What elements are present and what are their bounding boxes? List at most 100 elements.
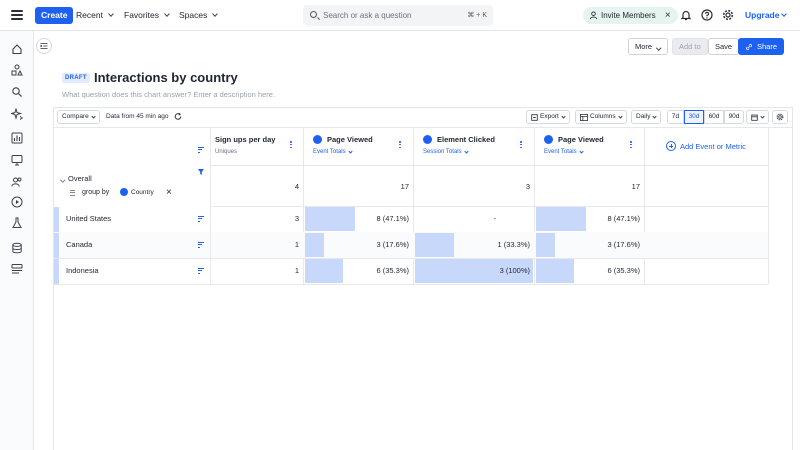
search-input[interactable]: Search or ask a question ⌘ + K [303,5,493,26]
share-button[interactable]: Share [738,38,785,55]
chevron-down-icon [578,149,584,154]
column-menu-icon[interactable] [290,141,292,149]
calendar-icon [751,114,758,121]
bell-icon[interactable] [680,9,692,21]
range-90d[interactable]: 90d [724,110,744,124]
column-sub-page-viewed-1[interactable]: Event Totals [313,149,353,155]
column-title-element-clicked[interactable]: Element Clicked [437,135,495,144]
row-label[interactable]: Indonesia [66,266,99,275]
users-icon[interactable] [11,176,23,188]
database-icon[interactable] [11,242,23,254]
invite-members-button[interactable]: Invite Members × [583,7,678,24]
list-icon[interactable] [11,263,23,275]
filter-icon[interactable] [198,162,204,175]
row-label[interactable]: United States [66,214,111,223]
column-sub-label: Event Totals [313,149,346,155]
search-icon [310,11,317,18]
chevron-down-icon [91,113,96,119]
nav-spaces[interactable]: Spaces [179,10,219,20]
overall-signups: 4 [294,182,299,191]
refresh-icon[interactable] [174,112,182,121]
row-color-accent [54,207,59,232]
flask-icon[interactable] [11,217,23,229]
remove-group-icon[interactable]: × [166,187,172,198]
monitor-icon[interactable] [11,154,23,166]
help-icon[interactable] [701,9,713,21]
group-drag-icon[interactable] [70,190,75,196]
play-icon[interactable] [11,196,23,208]
search-person-icon[interactable] [11,86,23,98]
shapes-icon[interactable] [11,64,23,76]
search-placeholder: Search or ask a question [323,11,412,20]
plus-icon [666,141,676,151]
nav-favorites[interactable]: Favorites [124,10,170,20]
export-button[interactable]: Export [526,110,570,124]
row-signups-value: 3 [294,214,299,223]
sort-icon[interactable] [198,147,204,153]
row-sort-icon[interactable] [198,268,204,274]
overall-page-viewed-2: 17 [631,182,640,191]
row-sort-icon[interactable] [198,242,204,248]
page-title[interactable]: Interactions by country [94,70,238,85]
top-bar: Create Recent Favorites Spaces Search or… [0,0,800,31]
cell-ec: 3 (100%) [499,266,530,275]
search-shortcut: ⌘ + K [467,12,487,19]
draft-badge: DRAFT [62,73,90,83]
home-icon[interactable] [11,43,23,55]
event-icon [313,135,322,144]
row-label[interactable]: Canada [66,240,92,249]
description-field[interactable]: What question does this chart answer? En… [62,90,275,99]
column-menu-icon[interactable] [399,141,401,149]
interval-select[interactable]: Daily [631,110,662,124]
cell-ec: 1 (33.3%) [497,240,530,249]
column-title-page-viewed-2[interactable]: Page Viewed [558,135,604,144]
add-event-button[interactable]: Add Event or Metric [666,141,746,151]
overall-label: Overall [68,174,92,183]
export-icon [531,113,538,121]
range-7d[interactable]: 7d [667,110,684,124]
gear-icon [776,113,784,121]
columns-button[interactable]: Columns [575,110,627,124]
column-title-signups[interactable]: Sign ups per day [215,135,275,144]
chevron-down-icon [760,113,765,119]
create-button[interactable]: Create [35,7,74,24]
chevron-down-icon [561,113,566,119]
sparkle-icon[interactable] [11,108,23,120]
chevron-down-icon [463,149,469,154]
chevron-down-icon [108,10,114,17]
menu-icon[interactable] [11,9,23,21]
chart-icon[interactable] [11,132,23,144]
compare-label: Compare [62,113,89,120]
column-sub-page-viewed-2[interactable]: Event Totals [544,149,584,155]
range-30d[interactable]: 30d [684,110,704,124]
row-sort-icon[interactable] [198,216,204,222]
column-menu-icon[interactable] [520,141,522,149]
upgrade-label: Upgrade [745,10,780,20]
more-button[interactable]: More [628,38,668,55]
save-button[interactable]: Save [708,38,740,55]
row-signups-value: 1 [294,240,299,249]
share-label: Share [757,42,778,51]
close-icon[interactable]: × [665,7,671,24]
nav-recent[interactable]: Recent [76,10,114,20]
columns-label: Columns [590,113,616,120]
range-60d[interactable]: 60d [704,110,724,124]
add-to-button[interactable]: Add to [672,38,708,55]
upgrade-link[interactable]: Upgrade [745,10,788,20]
calendar-button[interactable] [746,110,769,124]
compare-button[interactable]: Compare [57,110,100,124]
interval-label: Daily [636,113,651,120]
collapse-panel-button[interactable] [36,38,52,54]
nav-favorites-label: Favorites [124,10,159,20]
column-sub-label: Session Totals [423,149,462,155]
column-title-page-viewed-1[interactable]: Page Viewed [327,135,373,144]
gear-icon[interactable] [722,9,734,21]
sidebar [0,31,34,450]
column-menu-icon[interactable] [630,141,632,149]
column-sub-element-clicked[interactable]: Session Totals [423,149,469,155]
chevron-down-icon [618,113,623,119]
chart-settings-button[interactable] [772,110,788,124]
export-label: Export [540,113,559,120]
cell-pv2: 8 (47.1%) [607,214,640,223]
group-by-chip[interactable]: Country [120,188,154,196]
